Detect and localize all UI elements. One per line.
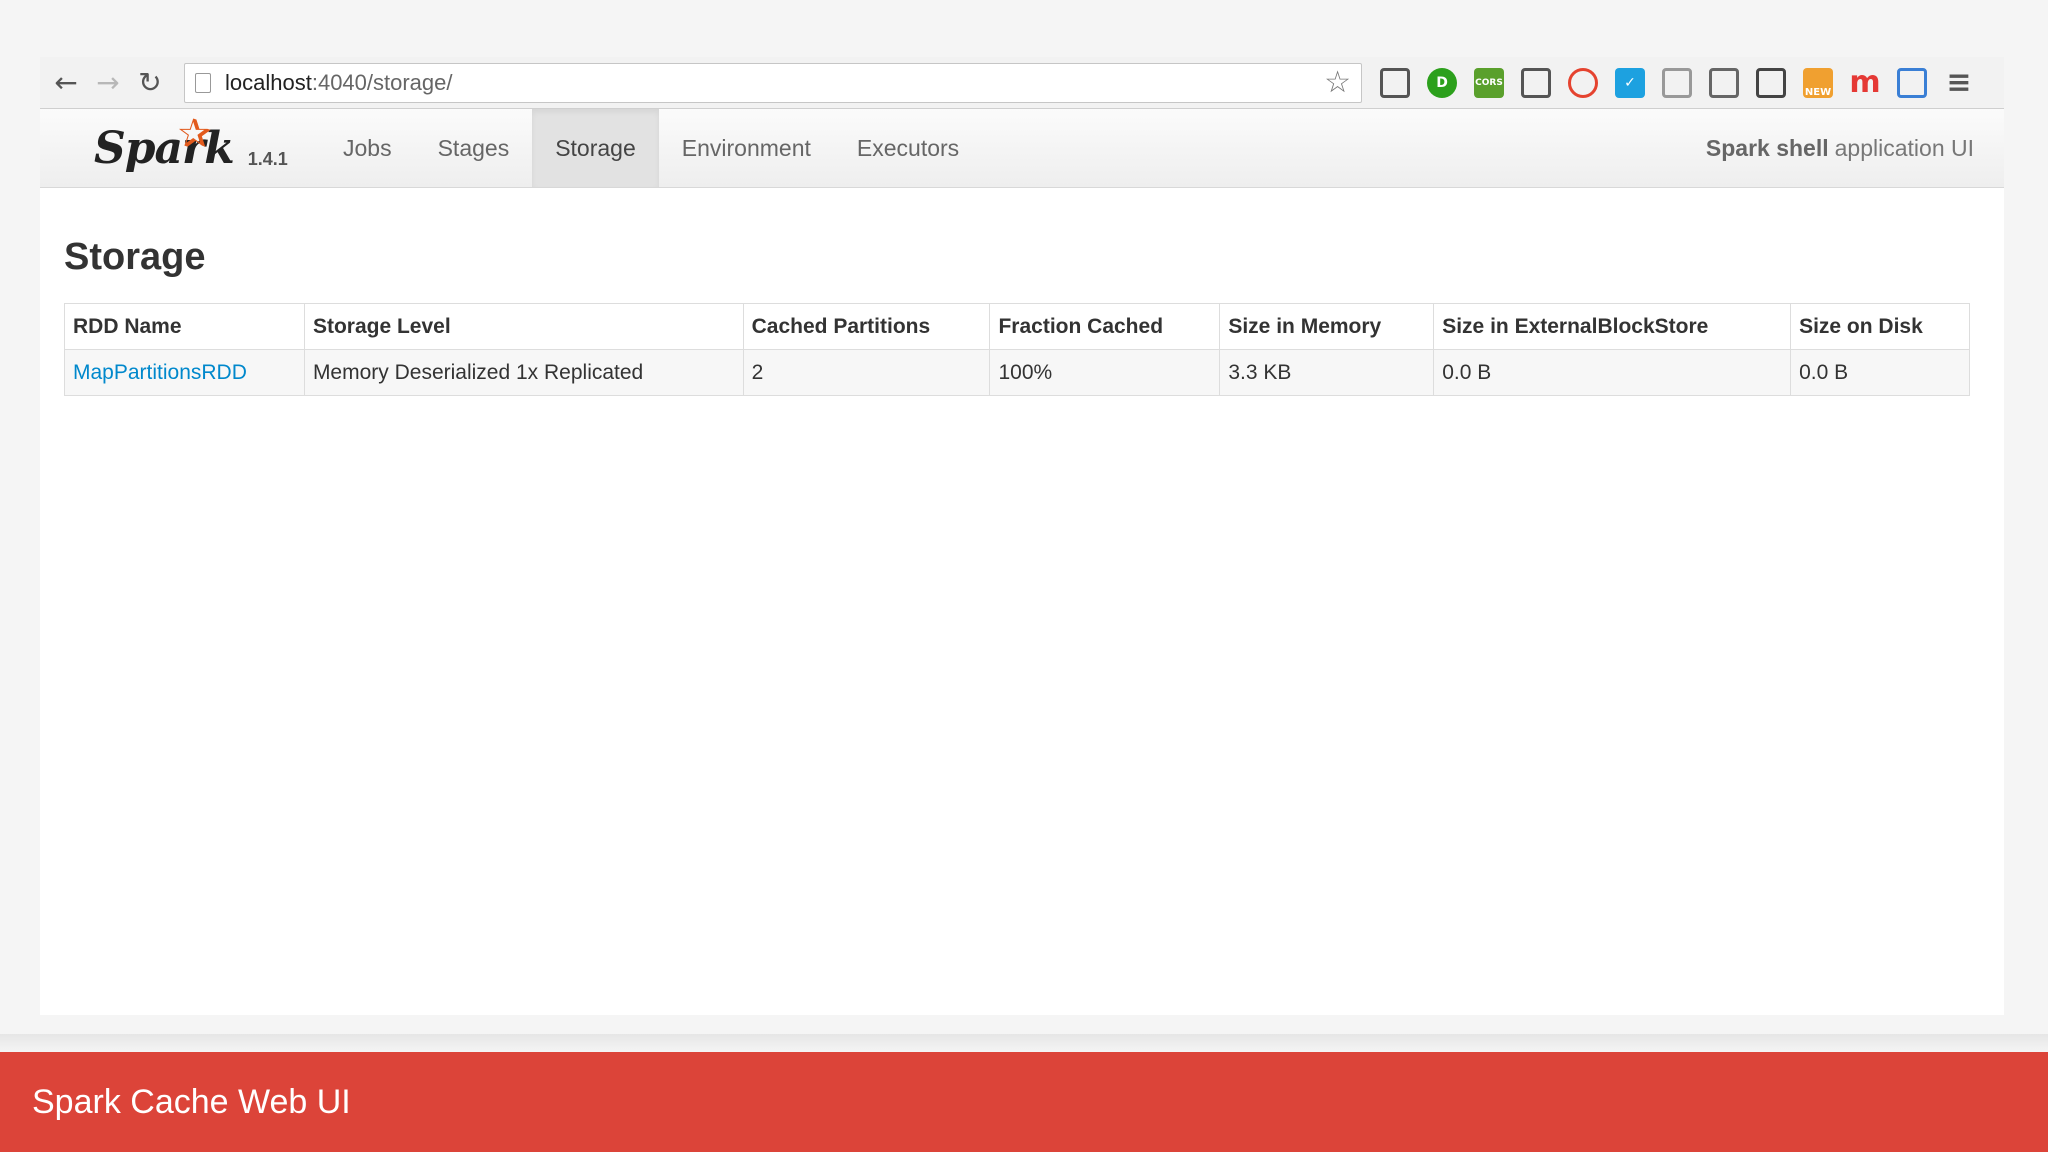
tab-executors[interactable]: Executors (834, 109, 982, 187)
url-path: :4040/storage/ (311, 69, 453, 95)
page-content: Storage RDD Name Storage Level Cached Part… (40, 188, 2004, 396)
tab-jobs[interactable]: Jobs (320, 109, 415, 187)
new-badge-icon[interactable]: NEW (1803, 67, 1833, 98)
page-title: Storage (64, 236, 206, 278)
instapaper-icon[interactable]: D (1427, 67, 1457, 98)
table-header-row: RDD Name Storage Level Cached Partitions Fr… (64, 303, 1970, 350)
rdd-name-link[interactable]: MapPartitionsRDD (73, 361, 247, 384)
pickaxe-icon[interactable] (1662, 67, 1692, 98)
table-row: MapPartitionsRDD Memory Deserialized 1x R… (64, 349, 1970, 396)
pocket-icon[interactable] (1521, 67, 1551, 98)
table-cell: 100% (989, 349, 1221, 396)
nav-tabs: Jobs Stages Storage Environment Executors (320, 109, 982, 187)
column-header[interactable]: Storage Level (303, 303, 744, 350)
column-header[interactable]: Size in Memory (1219, 303, 1435, 350)
table-cell: 0.0 B (1790, 349, 1970, 396)
table-body: MapPartitionsRDD Memory Deserialized 1x R… (64, 349, 1970, 396)
table-cell: MapPartitionsRDD (64, 349, 305, 396)
column-header[interactable]: Fraction Cached (989, 303, 1221, 350)
column-header[interactable]: Size on Disk (1790, 303, 1970, 350)
tab-storage[interactable]: Storage (532, 109, 659, 187)
window-shadow (0, 1034, 2048, 1052)
page-icon (195, 72, 211, 93)
table-cell: 2 (742, 349, 991, 396)
spark-version: 1.4.1 (247, 148, 288, 169)
browser-window: ← → ↻ localhost:4040/storage/ ☆ D CORS ✓ NE… (40, 57, 2004, 1015)
table-cell: 3.3 KB (1219, 349, 1435, 396)
extension-icons: D CORS ✓ NEW m ≡ (1372, 65, 1983, 100)
stop-hand-icon[interactable] (1568, 67, 1598, 98)
back-arrow-icon[interactable]: ← (48, 65, 84, 101)
column-header[interactable]: Cached Partitions (742, 303, 991, 350)
browser-toolbar: ← → ↻ localhost:4040/storage/ ☆ D CORS ✓ NE… (40, 57, 2004, 109)
film-icon[interactable] (1756, 67, 1786, 98)
forward-arrow-icon[interactable]: → (90, 65, 126, 101)
table-cell: Memory Deserialized 1x Replicated (303, 349, 744, 396)
url-text[interactable]: localhost:4040/storage/ (225, 70, 1324, 96)
bookmark-upload-icon[interactable] (1897, 67, 1927, 98)
table-cell: 0.0 B (1433, 349, 1792, 396)
storage-table: RDD Name Storage Level Cached Partitions Fr… (64, 303, 1970, 396)
spark-navbar: Spark ✰ 1.4.1 Jobs Stages Storage Environme… (40, 109, 2004, 188)
cors-icon[interactable]: CORS (1474, 67, 1504, 98)
bookmark-star-icon[interactable]: ☆ (1324, 65, 1351, 100)
spark-star-icon: ✰ (178, 111, 212, 157)
url-host: localhost (225, 69, 312, 95)
tab-stages[interactable]: Stages (415, 109, 533, 187)
column-header[interactable]: Size in ExternalBlockStore (1433, 303, 1792, 350)
spark-logo: Spark (94, 122, 235, 174)
banner-caption: Spark Cache Web UI (32, 1082, 351, 1121)
m-icon[interactable]: m (1849, 65, 1880, 100)
check-icon[interactable]: ✓ (1615, 67, 1645, 98)
column-header[interactable]: RDD Name (64, 303, 305, 350)
tab-environment[interactable]: Environment (659, 109, 834, 187)
app-title-name: Spark shell (1705, 135, 1829, 161)
address-bar[interactable]: localhost:4040/storage/ ☆ (184, 62, 1362, 103)
reload-icon[interactable]: ↻ (132, 65, 168, 101)
caption-banner: Spark Cache Web UI (0, 1052, 2048, 1152)
app-title-suffix: application UI (1834, 135, 1974, 161)
cast-icon[interactable] (1709, 67, 1739, 98)
spark-brand[interactable]: Spark ✰ 1.4.1 (40, 109, 320, 187)
app-title: Spark shell application UI (1706, 109, 1974, 188)
menu-icon[interactable]: ≡ (1944, 65, 1974, 100)
shield-icon[interactable] (1380, 67, 1410, 98)
